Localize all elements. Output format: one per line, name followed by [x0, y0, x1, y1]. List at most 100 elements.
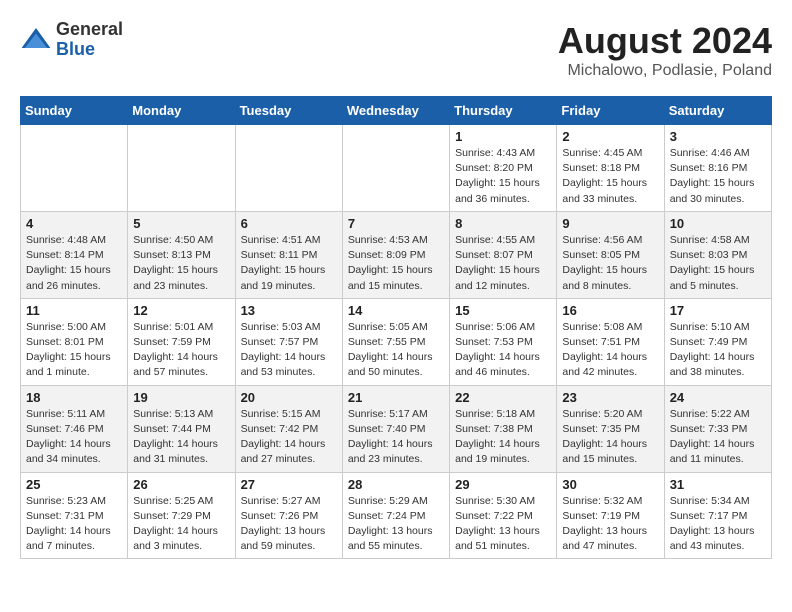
day-info: Sunrise: 4:50 AMSunset: 8:13 PMDaylight:… — [133, 233, 229, 294]
calendar-cell: 9 Sunrise: 4:56 AMSunset: 8:05 PMDaylight… — [557, 211, 664, 298]
day-info: Sunrise: 4:43 AMSunset: 8:20 PMDaylight:… — [455, 146, 551, 207]
day-number: 20 — [241, 390, 337, 405]
calendar-cell: 24 Sunrise: 5:22 AMSunset: 7:33 PMDayligh… — [664, 385, 771, 472]
logo: General Blue — [20, 20, 123, 60]
calendar-cell: 4 Sunrise: 4:48 AMSunset: 8:14 PMDaylight… — [21, 211, 128, 298]
calendar-cell: 10 Sunrise: 4:58 AMSunset: 8:03 PMDayligh… — [664, 211, 771, 298]
calendar-cell: 28 Sunrise: 5:29 AMSunset: 7:24 PMDayligh… — [342, 472, 449, 559]
day-number: 29 — [455, 477, 551, 492]
day-number: 6 — [241, 216, 337, 231]
calendar-cell: 13Sunrise: 5:03 AMSunset: 7:57 PMDayligh… — [235, 298, 342, 385]
day-info: Sunrise: 5:34 AMSunset: 7:17 PMDaylight:… — [670, 494, 766, 555]
day-number: 22 — [455, 390, 551, 405]
weekday-saturday: Saturday — [664, 97, 771, 125]
day-number: 27 — [241, 477, 337, 492]
calendar-cell: 1Sunrise: 4:43 AMSunset: 8:20 PMDaylight… — [450, 125, 557, 212]
day-number: 7 — [348, 216, 444, 231]
calendar-cell: 12Sunrise: 5:01 AMSunset: 7:59 PMDayligh… — [128, 298, 235, 385]
calendar-cell: 22 Sunrise: 5:18 AMSunset: 7:38 PMDayligh… — [450, 385, 557, 472]
calendar-cell: 18Sunrise: 5:11 AMSunset: 7:46 PMDayligh… — [21, 385, 128, 472]
calendar-cell: 5 Sunrise: 4:50 AMSunset: 8:13 PMDaylight… — [128, 211, 235, 298]
day-number: 2 — [562, 129, 658, 144]
weekday-wednesday: Wednesday — [342, 97, 449, 125]
day-info: Sunrise: 5:06 AMSunset: 7:53 PMDaylight:… — [455, 320, 551, 381]
day-info: Sunrise: 5:25 AMSunset: 7:29 PMDaylight:… — [133, 494, 229, 555]
day-number: 28 — [348, 477, 444, 492]
calendar-cell: 8 Sunrise: 4:55 AMSunset: 8:07 PMDaylight… — [450, 211, 557, 298]
calendar-cell: 31 Sunrise: 5:34 AMSunset: 7:17 PMDayligh… — [664, 472, 771, 559]
day-number: 19 — [133, 390, 229, 405]
day-info: Sunrise: 5:00 AMSunset: 8:01 PMDaylight:… — [26, 320, 122, 381]
calendar-table: SundayMondayTuesdayWednesdayThursdayFrid… — [20, 96, 772, 559]
day-info: Sunrise: 4:45 AMSunset: 8:18 PMDaylight:… — [562, 146, 658, 207]
weekday-thursday: Thursday — [450, 97, 557, 125]
day-info: Sunrise: 5:32 AMSunset: 7:19 PMDaylight:… — [562, 494, 658, 555]
week-row-5: 25 Sunrise: 5:23 AMSunset: 7:31 PMDayligh… — [21, 472, 772, 559]
day-number: 26 — [133, 477, 229, 492]
calendar-title: August 2024 — [558, 20, 772, 62]
calendar-location: Michalowo, Podlasie, Poland — [558, 62, 772, 80]
calendar-cell — [342, 125, 449, 212]
calendar-cell: 30Sunrise: 5:32 AMSunset: 7:19 PMDayligh… — [557, 472, 664, 559]
day-number: 25 — [26, 477, 122, 492]
day-info: Sunrise: 5:18 AMSunset: 7:38 PMDaylight:… — [455, 407, 551, 468]
calendar-cell: 23Sunrise: 5:20 AMSunset: 7:35 PMDayligh… — [557, 385, 664, 472]
calendar-cell — [21, 125, 128, 212]
calendar-cell: 15 Sunrise: 5:06 AMSunset: 7:53 PMDayligh… — [450, 298, 557, 385]
calendar-cell: 20 Sunrise: 5:15 AMSunset: 7:42 PMDayligh… — [235, 385, 342, 472]
week-row-2: 4 Sunrise: 4:48 AMSunset: 8:14 PMDaylight… — [21, 211, 772, 298]
day-info: Sunrise: 5:10 AMSunset: 7:49 PMDaylight:… — [670, 320, 766, 381]
calendar-body: 1Sunrise: 4:43 AMSunset: 8:20 PMDaylight… — [21, 125, 772, 559]
calendar-cell: 17 Sunrise: 5:10 AMSunset: 7:49 PMDayligh… — [664, 298, 771, 385]
day-number: 15 — [455, 303, 551, 318]
week-row-1: 1Sunrise: 4:43 AMSunset: 8:20 PMDaylight… — [21, 125, 772, 212]
day-number: 31 — [670, 477, 766, 492]
day-number: 23 — [562, 390, 658, 405]
day-info: Sunrise: 4:53 AMSunset: 8:09 PMDaylight:… — [348, 233, 444, 294]
calendar-cell: 19Sunrise: 5:13 AMSunset: 7:44 PMDayligh… — [128, 385, 235, 472]
day-info: Sunrise: 4:58 AMSunset: 8:03 PMDaylight:… — [670, 233, 766, 294]
day-number: 12 — [133, 303, 229, 318]
day-number: 13 — [241, 303, 337, 318]
day-info: Sunrise: 5:15 AMSunset: 7:42 PMDaylight:… — [241, 407, 337, 468]
day-info: Sunrise: 5:05 AMSunset: 7:55 PMDaylight:… — [348, 320, 444, 381]
day-info: Sunrise: 4:55 AMSunset: 8:07 PMDaylight:… — [455, 233, 551, 294]
calendar-cell: 29 Sunrise: 5:30 AMSunset: 7:22 PMDayligh… — [450, 472, 557, 559]
day-number: 14 — [348, 303, 444, 318]
calendar-header: SundayMondayTuesdayWednesdayThursdayFrid… — [21, 97, 772, 125]
calendar-cell: 2 Sunrise: 4:45 AMSunset: 8:18 PMDaylight… — [557, 125, 664, 212]
logo-blue: Blue — [56, 40, 123, 60]
day-number: 17 — [670, 303, 766, 318]
day-number: 5 — [133, 216, 229, 231]
day-number: 11 — [26, 303, 122, 318]
day-number: 16 — [562, 303, 658, 318]
day-info: Sunrise: 5:29 AMSunset: 7:24 PMDaylight:… — [348, 494, 444, 555]
day-info: Sunrise: 5:17 AMSunset: 7:40 PMDaylight:… — [348, 407, 444, 468]
week-row-4: 18Sunrise: 5:11 AMSunset: 7:46 PMDayligh… — [21, 385, 772, 472]
day-info: Sunrise: 5:23 AMSunset: 7:31 PMDaylight:… — [26, 494, 122, 555]
title-block: August 2024 Michalowo, Podlasie, Poland — [558, 20, 772, 80]
day-number: 4 — [26, 216, 122, 231]
day-number: 8 — [455, 216, 551, 231]
calendar-cell — [128, 125, 235, 212]
day-info: Sunrise: 5:22 AMSunset: 7:33 PMDaylight:… — [670, 407, 766, 468]
page-header: General Blue August 2024 Michalowo, Podl… — [20, 20, 772, 80]
logo-icon — [20, 24, 52, 56]
weekday-sunday: Sunday — [21, 97, 128, 125]
day-number: 9 — [562, 216, 658, 231]
day-number: 24 — [670, 390, 766, 405]
calendar-cell: 14 Sunrise: 5:05 AMSunset: 7:55 PMDayligh… — [342, 298, 449, 385]
day-info: Sunrise: 4:56 AMSunset: 8:05 PMDaylight:… — [562, 233, 658, 294]
day-info: Sunrise: 5:27 AMSunset: 7:26 PMDaylight:… — [241, 494, 337, 555]
logo-general: General — [56, 20, 123, 40]
day-number: 3 — [670, 129, 766, 144]
calendar-cell: 3Sunrise: 4:46 AMSunset: 8:16 PMDaylight… — [664, 125, 771, 212]
day-info: Sunrise: 5:11 AMSunset: 7:46 PMDaylight:… — [26, 407, 122, 468]
day-number: 10 — [670, 216, 766, 231]
day-info: Sunrise: 5:30 AMSunset: 7:22 PMDaylight:… — [455, 494, 551, 555]
day-info: Sunrise: 4:48 AMSunset: 8:14 PMDaylight:… — [26, 233, 122, 294]
weekday-tuesday: Tuesday — [235, 97, 342, 125]
calendar-cell: 7 Sunrise: 4:53 AMSunset: 8:09 PMDaylight… — [342, 211, 449, 298]
calendar-cell: 11 Sunrise: 5:00 AMSunset: 8:01 PMDayligh… — [21, 298, 128, 385]
calendar-cell: 27 Sunrise: 5:27 AMSunset: 7:26 PMDayligh… — [235, 472, 342, 559]
